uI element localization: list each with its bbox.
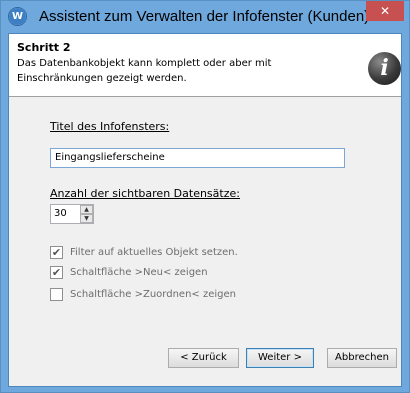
- new-button-label: Schaltfläche >Neu< zeigen: [70, 267, 208, 278]
- spin-down-button[interactable]: ▼: [80, 214, 93, 223]
- filter-checkbox[interactable]: ✔: [50, 246, 63, 259]
- record-count-label: Anzahl der sichtbaren Datensätze:: [50, 187, 240, 200]
- app-icon[interactable]: W: [8, 7, 27, 26]
- next-button[interactable]: Weiter >: [246, 348, 314, 368]
- title-input[interactable]: Eingangslieferscheine: [50, 148, 345, 168]
- wizard-window: W Assistent zum Verwalten der Infofenste…: [0, 0, 410, 393]
- app-icon-glyph: W: [9, 8, 26, 25]
- filter-label: Filter auf aktuelles Objekt setzen.: [70, 247, 238, 258]
- info-icon: i: [368, 52, 401, 85]
- back-button[interactable]: < Zurück: [168, 348, 239, 368]
- cancel-button[interactable]: Abbrechen: [327, 348, 397, 368]
- record-count-value[interactable]: 30: [54, 208, 67, 219]
- title-bar: W Assistent zum Verwalten der Infofenste…: [1, 1, 409, 33]
- assign-button-checkbox[interactable]: [50, 288, 63, 301]
- step-title: Schritt 2: [17, 41, 71, 54]
- wizard-content: Schritt 2 Das Datenbankobjekt kann kompl…: [8, 33, 402, 387]
- record-count-spinner[interactable]: 30 ▲ ▼: [50, 204, 94, 224]
- new-button-checkbox[interactable]: ✔: [50, 266, 63, 279]
- wizard-header: Schritt 2 Das Datenbankobjekt kann kompl…: [9, 34, 401, 97]
- close-button[interactable]: ✕: [366, 1, 404, 21]
- step-description: Das Datenbankobjekt kann komplett oder a…: [17, 58, 272, 84]
- window-title: Assistent zum Verwalten der Infofenster …: [39, 8, 370, 25]
- title-label: Titel des Infofensters:: [50, 120, 170, 133]
- spin-up-button[interactable]: ▲: [80, 205, 93, 214]
- assign-button-label: Schaltfläche >Zuordnen< zeigen: [70, 289, 236, 300]
